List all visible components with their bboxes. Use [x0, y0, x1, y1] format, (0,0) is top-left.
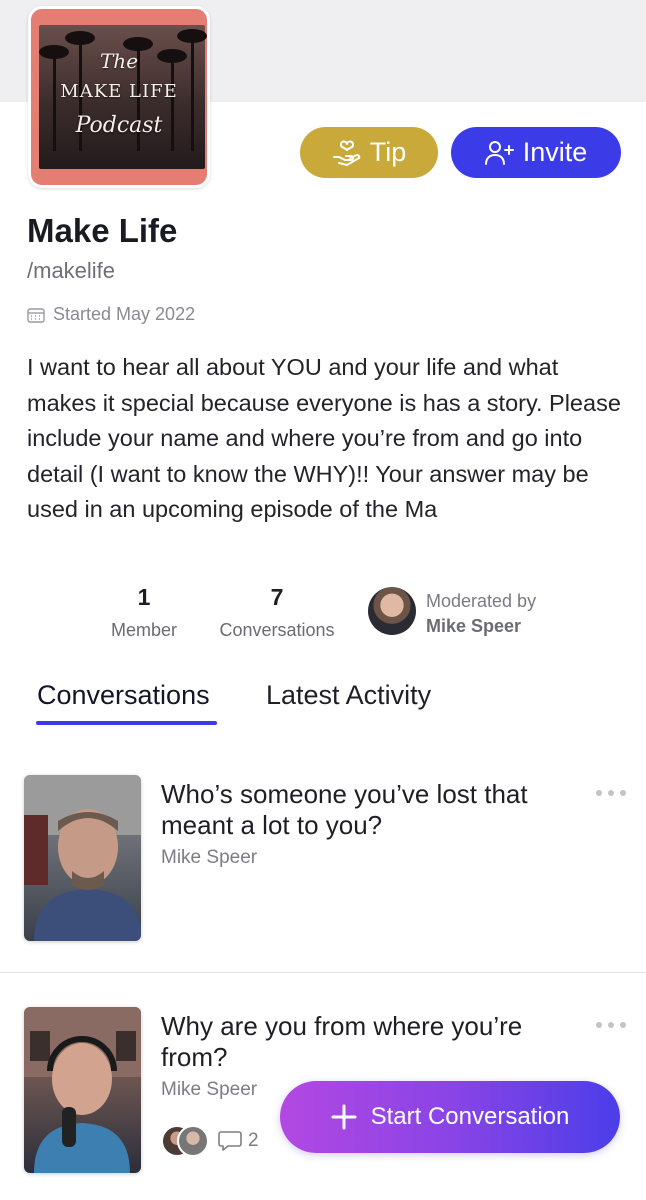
- stats-row: 1 Member 7 Conversations Moderated by Mi…: [0, 584, 646, 644]
- calendar-icon: [27, 307, 45, 323]
- start-conversation-button[interactable]: Start Conversation: [280, 1081, 620, 1153]
- artwork-title-line2: MAKE LIFE: [60, 81, 178, 102]
- hand-heart-icon: [332, 139, 360, 166]
- comment-icon: [218, 1131, 242, 1151]
- community-name: Make Life: [27, 212, 178, 249]
- more-options-icon[interactable]: [596, 1020, 626, 1030]
- add-person-icon: [484, 140, 514, 165]
- invite-label: Invite: [522, 137, 588, 167]
- conversation-item[interactable]: Who’s someone you’ve lost that meant a l…: [0, 775, 646, 965]
- start-conversation-label: Start Conversation: [370, 1103, 570, 1130]
- tip-button[interactable]: Tip: [300, 127, 438, 178]
- conversation-question[interactable]: Why are you from where you’re from?: [161, 1011, 561, 1073]
- community-handle: /makelife: [27, 258, 116, 283]
- moderator-name: Mike Speer: [426, 616, 522, 636]
- moderator-info[interactable]: Moderated by Mike Speer: [426, 590, 536, 637]
- invite-button[interactable]: Invite: [451, 127, 621, 178]
- avatar: [177, 1125, 209, 1157]
- conversation-question[interactable]: Who’s someone you’ve lost that meant a l…: [161, 779, 561, 841]
- conversation-author: Mike Speer: [161, 1079, 258, 1100]
- tab-conversations[interactable]: Conversations: [37, 680, 210, 711]
- community-description: I want to hear all about YOU and your li…: [27, 354, 621, 523]
- tab-bar: Conversations Latest Activity: [0, 680, 646, 728]
- members-stat[interactable]: 1 Member: [100, 584, 188, 641]
- tab-latest-activity[interactable]: Latest Activity: [266, 680, 431, 711]
- conversation-thumbnail[interactable]: [24, 775, 141, 941]
- artwork-title-line1: The: [99, 49, 139, 73]
- conversations-stat[interactable]: 7 Conversations: [212, 584, 342, 641]
- conversation-author: Mike Speer: [161, 847, 258, 868]
- members-label: Member: [110, 620, 177, 640]
- started-date: Started May 2022: [27, 304, 195, 325]
- reply-count[interactable]: 2: [218, 1130, 259, 1152]
- tip-label: Tip: [369, 137, 407, 167]
- conversations-label: Conversations: [219, 620, 335, 640]
- more-options-icon[interactable]: [596, 788, 626, 798]
- moderated-by-label: Moderated by: [426, 591, 537, 611]
- active-tab-indicator: [36, 721, 217, 725]
- started-label: Started May 2022: [53, 304, 196, 324]
- conversations-count: 7: [270, 584, 284, 610]
- podcast-artwork: The MAKE LIFE Podcast: [28, 6, 210, 188]
- moderator-avatar[interactable]: [368, 587, 416, 635]
- artwork-title-line3: Podcast: [75, 113, 163, 138]
- divider: [0, 972, 646, 973]
- members-count: 1: [137, 584, 151, 610]
- conversation-thumbnail[interactable]: [24, 1007, 141, 1173]
- reply-count-value: 2: [248, 1130, 259, 1151]
- reply-avatars: [161, 1125, 211, 1157]
- plus-icon: [331, 1104, 357, 1130]
